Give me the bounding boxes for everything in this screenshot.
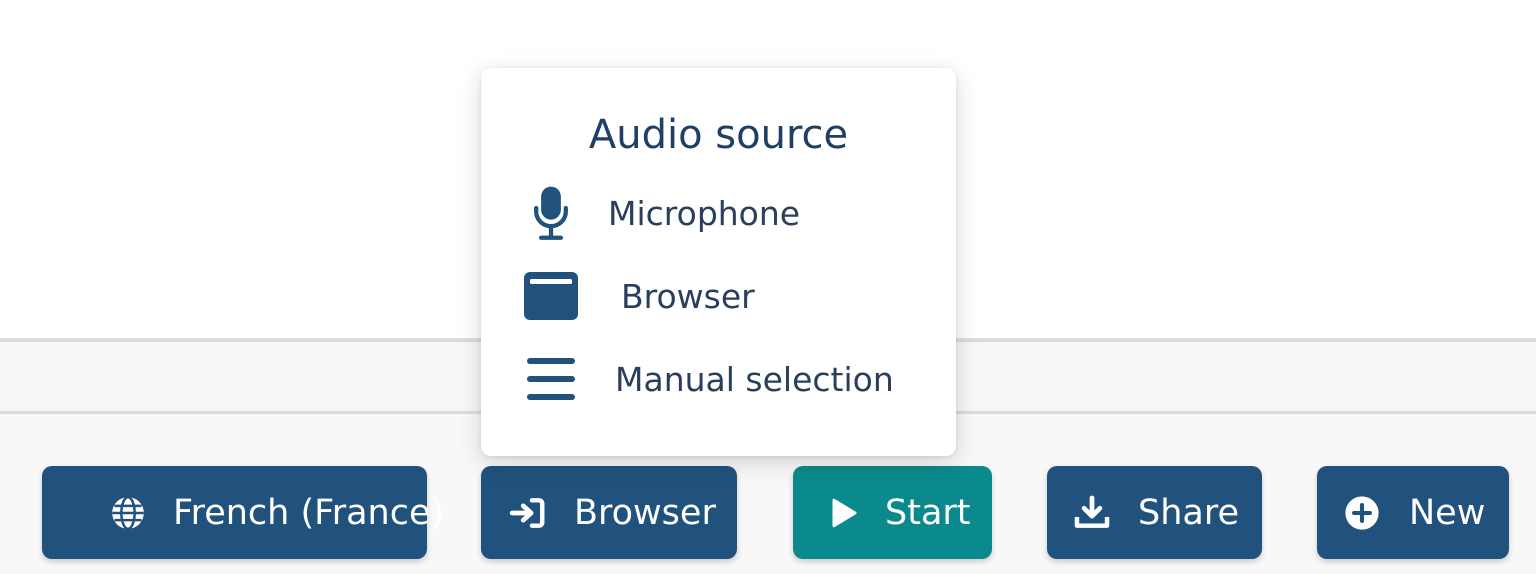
start-button[interactable]: Start: [793, 466, 992, 559]
sign-in-icon: [508, 493, 548, 533]
audio-source-popover: Audio source Microphone Browser Manual s…: [481, 68, 956, 456]
language-button[interactable]: French (France): [42, 466, 444, 559]
menu-item-manual-selection[interactable]: Manual selection: [521, 349, 921, 409]
menu-item-browser[interactable]: Browser: [521, 266, 921, 326]
microphone-icon: [521, 183, 581, 243]
play-icon: [823, 493, 863, 533]
new-label: New: [1409, 492, 1486, 533]
language-label: French (France): [173, 492, 445, 533]
new-button[interactable]: New: [1317, 466, 1509, 559]
manual-selection-label: Manual selection: [615, 359, 894, 399]
menu-item-microphone[interactable]: Microphone: [521, 183, 921, 243]
menu-lines-icon: [521, 349, 581, 409]
app-stage: French (France) Browser Start Share New …: [0, 0, 1536, 574]
audio-source-button[interactable]: Browser: [481, 466, 737, 559]
share-label: Share: [1138, 492, 1240, 533]
browser-window-icon: [521, 266, 581, 326]
microphone-label: Microphone: [608, 193, 801, 233]
browser-label: Browser: [621, 276, 755, 316]
globe-icon: [109, 493, 147, 533]
audio-source-label: Browser: [574, 492, 716, 533]
share-button[interactable]: Share: [1047, 466, 1262, 559]
popover-title: Audio source: [588, 112, 849, 158]
start-label: Start: [885, 492, 971, 533]
download-icon: [1072, 493, 1112, 533]
plus-circle-icon: [1342, 493, 1382, 533]
